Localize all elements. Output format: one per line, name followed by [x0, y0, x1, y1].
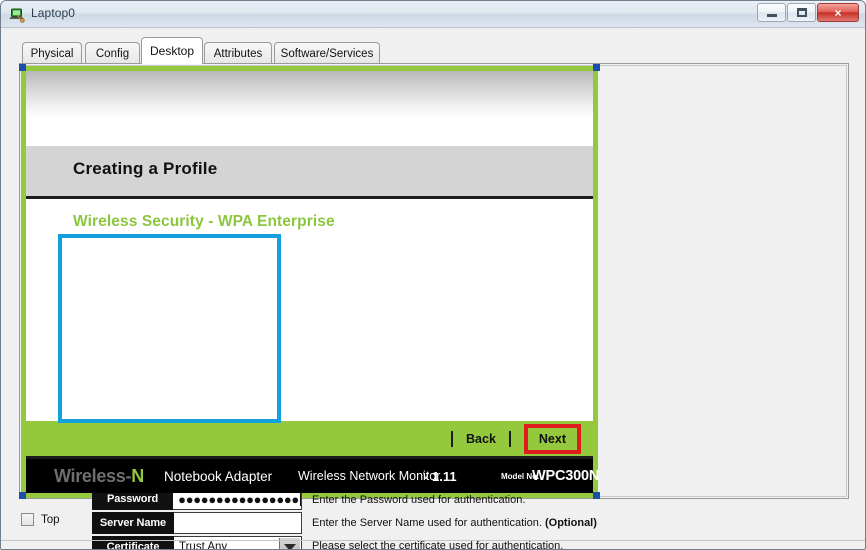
- brand-wireless-n: Wireless-N: [54, 465, 144, 486]
- tab-label: Config: [95, 47, 130, 60]
- tab-label: Attributes: [213, 47, 263, 60]
- nav-separator: [451, 430, 454, 447]
- brand-version-number: 1.11: [432, 468, 457, 484]
- profile-title-band: Creating a Profile: [26, 146, 593, 199]
- bottom-divider: [1, 540, 865, 541]
- tab-software-services[interactable]: Software/Services: [274, 42, 380, 64]
- back-button[interactable]: Back: [466, 432, 496, 446]
- brand-monitor-label: Wireless Network Monitor: [298, 469, 441, 483]
- field-value: ●●●●●●●●●●●●●●●●: [178, 491, 299, 507]
- laptop-icon: [9, 6, 26, 23]
- description-certificate: Please select the certificate used for a…: [312, 540, 564, 550]
- close-icon: ×: [834, 5, 842, 20]
- selection-handle-top-right[interactable]: [593, 64, 600, 71]
- application-window: Laptop0 × Physical Config Desktop Attrib…: [0, 0, 866, 550]
- tab-config[interactable]: Config: [85, 42, 140, 64]
- top-checkbox-row[interactable]: Top: [21, 513, 60, 526]
- page-title: Creating a Profile: [73, 159, 218, 178]
- title-bar: Laptop0 ×: [1, 1, 865, 28]
- top-checkbox-label: Top: [41, 513, 60, 526]
- description-password: Enter the Password used for authenticati…: [312, 494, 526, 506]
- selection-handle-bottom-left[interactable]: [19, 492, 26, 499]
- window-title: Laptop0: [31, 6, 76, 20]
- wizard-nav-bar: Back Next: [26, 421, 593, 459]
- field-label: Certificate: [92, 536, 174, 549]
- minimize-icon: [758, 4, 785, 21]
- certificate-dropdown[interactable]: Trust Any: [174, 536, 302, 550]
- selection-handle-top-left[interactable]: [19, 64, 26, 71]
- top-checkbox[interactable]: [21, 513, 34, 526]
- server-name-input[interactable]: [174, 512, 302, 534]
- brand-footer-bar: Wireless-N Notebook Adapter Wireless Net…: [26, 459, 599, 493]
- text-cursor: [300, 492, 301, 506]
- description-server-name: Enter the Server Name used for authentic…: [312, 517, 597, 529]
- brand-version-prefix: v: [423, 470, 429, 482]
- tab-desktop[interactable]: Desktop: [141, 37, 203, 64]
- wireless-network-monitor-applet: Creating a Profile Wireless Security - W…: [21, 66, 599, 549]
- close-button[interactable]: ×: [817, 3, 859, 22]
- brand-adapter-label: Notebook Adapter: [164, 468, 273, 484]
- form-row-certificate: Certificate Trust Any: [92, 536, 302, 550]
- applet-header-gradient: [26, 71, 593, 146]
- field-value: Trust Any: [179, 541, 228, 550]
- tab-physical[interactable]: Physical: [22, 42, 82, 64]
- maximize-button[interactable]: [787, 3, 816, 22]
- next-button[interactable]: Next: [539, 432, 566, 446]
- tab-label: Desktop: [149, 44, 195, 58]
- next-button-highlight: Next: [523, 423, 581, 454]
- field-label: Server Name: [92, 512, 174, 534]
- nav-separator: [508, 430, 511, 447]
- nav-links: Back Next: [438, 421, 581, 456]
- brand-model-number: WPC300N: [532, 468, 600, 484]
- selection-handle-bottom-right[interactable]: [593, 492, 600, 499]
- section-heading: Wireless Security - WPA Enterprise: [73, 213, 335, 230]
- form-row-server-name: Server Name: [92, 512, 302, 534]
- brand-inner: Wireless-N Notebook Adapter Wireless Net…: [26, 459, 599, 493]
- tab-label: Software/Services: [280, 47, 374, 60]
- minimize-button[interactable]: [757, 3, 786, 22]
- tab-label: Physical: [30, 47, 74, 60]
- maximize-icon: [788, 4, 815, 21]
- applet-body: Wireless Security - WPA Enterprise Authe…: [26, 199, 597, 549]
- tab-bar: Physical Config Desktop Attributes Softw…: [1, 28, 865, 64]
- tab-attributes[interactable]: Attributes: [204, 42, 272, 64]
